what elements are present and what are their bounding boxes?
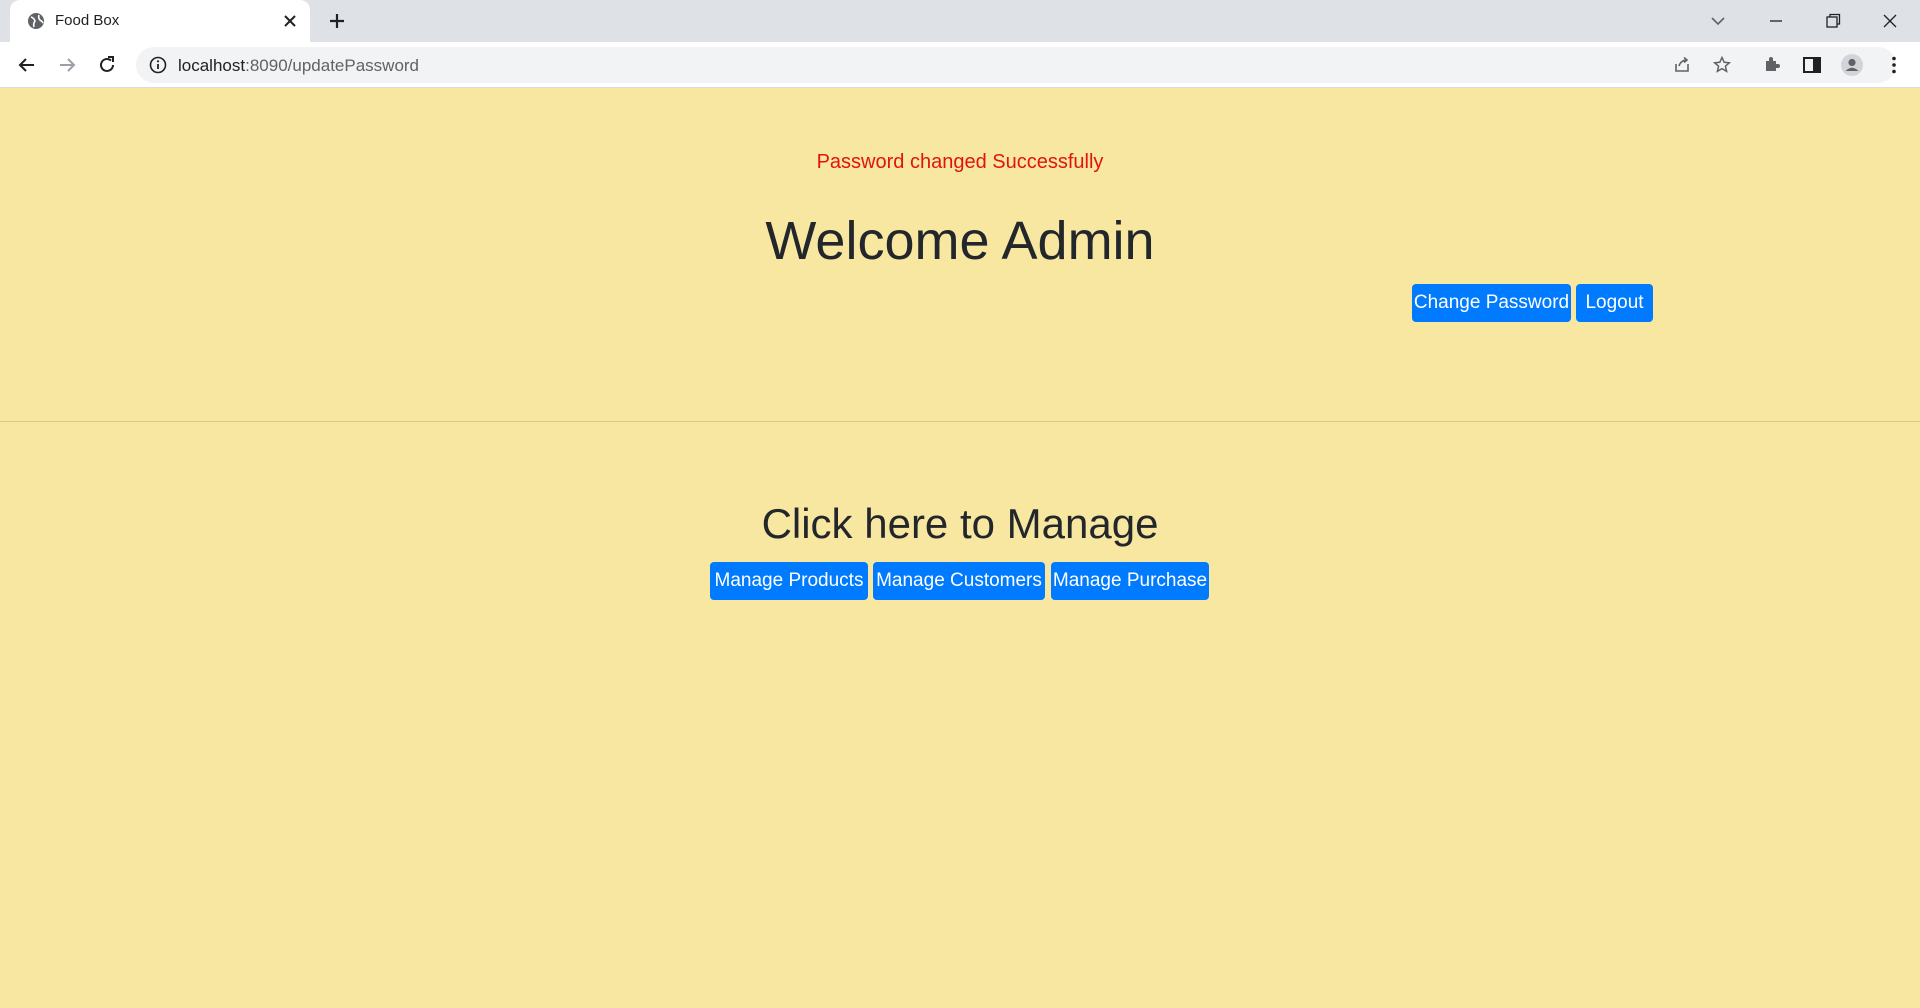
- browser-toolbar: localhost:8090/updatePassword: [0, 42, 1920, 88]
- page-content: Password changed Successfully Welcome Ad…: [0, 88, 1920, 1008]
- info-icon[interactable]: [148, 55, 168, 75]
- close-icon: [1883, 14, 1897, 28]
- tab-title: Food Box: [55, 12, 120, 29]
- browser-tab[interactable]: Food Box: [10, 0, 310, 42]
- globe-icon: [28, 13, 44, 29]
- minimize-icon: [1770, 20, 1782, 22]
- manage-purchase-button[interactable]: Manage Purchase: [1051, 562, 1209, 600]
- share-icon[interactable]: [1672, 55, 1692, 75]
- minimize-button[interactable]: [1753, 6, 1799, 36]
- status-message: Password changed Successfully: [816, 151, 1104, 173]
- forward-arrow-icon[interactable]: [55, 53, 79, 77]
- section-divider: [0, 421, 1920, 422]
- reload-icon[interactable]: [95, 53, 119, 77]
- change-password-button[interactable]: Change Password: [1412, 284, 1571, 322]
- manage-products-button[interactable]: Manage Products: [710, 562, 868, 600]
- welcome-heading: Welcome Admin: [765, 211, 1155, 271]
- extensions-icon[interactable]: [1760, 53, 1784, 77]
- restore-button[interactable]: [1810, 6, 1856, 36]
- tab-strip: Food Box: [0, 0, 1920, 42]
- url-host: localhost: [178, 56, 246, 75]
- manage-customers-button[interactable]: Manage Customers: [873, 562, 1045, 600]
- manage-heading: Click here to Manage: [761, 500, 1159, 547]
- logout-button[interactable]: Logout: [1576, 284, 1653, 322]
- address-bar[interactable]: localhost:8090/updatePassword: [136, 47, 1896, 83]
- close-tab-icon[interactable]: [280, 11, 300, 31]
- close-window-button[interactable]: [1867, 6, 1913, 36]
- url-text[interactable]: localhost:8090/updatePassword: [178, 56, 419, 76]
- star-icon[interactable]: [1712, 55, 1732, 75]
- url-path: :8090/updatePassword: [245, 56, 420, 75]
- more-menu-icon[interactable]: [1882, 53, 1906, 77]
- chevron-down-icon: [1711, 17, 1725, 26]
- side-panel-icon[interactable]: [1800, 53, 1824, 77]
- tab-search-button[interactable]: [1695, 6, 1741, 36]
- back-arrow-icon[interactable]: [15, 53, 39, 77]
- new-tab-icon[interactable]: [325, 9, 349, 33]
- restore-icon: [1826, 13, 1841, 28]
- profile-avatar-icon[interactable]: [1840, 53, 1864, 77]
